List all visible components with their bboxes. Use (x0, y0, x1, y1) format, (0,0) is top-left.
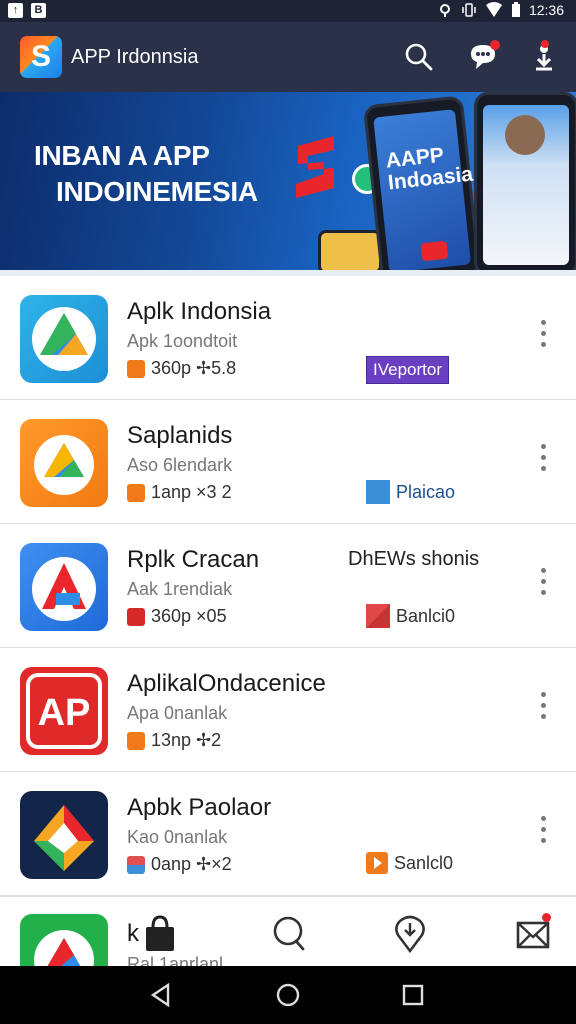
app-tag[interactable]: Banlci0 (366, 604, 455, 628)
wifi-icon (485, 2, 502, 17)
app-meta: 0anp ✢×2 (127, 854, 232, 875)
list-item[interactable]: AP AplikalOndacenice Apa 0nanlak 13np ✢2 (0, 648, 576, 772)
more-options-button[interactable] (536, 444, 550, 480)
vibrate-icon (462, 3, 476, 17)
user-download-button[interactable] (527, 40, 561, 74)
shopping-bag-icon (146, 915, 174, 951)
location-pin-icon (395, 915, 425, 954)
app-subtitle: Apk 1oondtoit (127, 331, 238, 351)
play-icon (366, 852, 388, 874)
app-icon (20, 791, 108, 879)
app-meta-text: 1anp ×3 2 (151, 482, 232, 502)
app-logo-icon (32, 557, 96, 621)
app-logo-icon (34, 435, 94, 495)
banner-title-line2: INDOINEMESIA (56, 176, 258, 207)
app-extra-text: DhEWs shonis (348, 548, 480, 570)
app-logo: S (20, 36, 62, 78)
tag-square-icon (366, 480, 390, 504)
chat-button[interactable] (466, 40, 500, 74)
meta-badge-icon (127, 483, 145, 502)
small-phone-graphic (318, 230, 382, 272)
search-icon (273, 916, 305, 951)
meta-badge-icon (127, 731, 145, 750)
app-title: Aplk Indonsia (127, 298, 272, 325)
nav-location-button[interactable] (388, 911, 432, 955)
list-item[interactable]: Saplanids Aso 6lendark 1anp ×3 2 Plaicao (0, 400, 576, 524)
phone-text: AAPP Indoasia (385, 142, 474, 195)
more-options-button[interactable] (536, 816, 550, 852)
notification-icon: ↑ (8, 3, 23, 18)
nav-mail-button[interactable] (512, 911, 556, 955)
location-icon (439, 4, 450, 17)
battery-icon (511, 2, 520, 17)
notification-dot (542, 913, 551, 922)
status-bar: ↑ B 12:36 (0, 0, 576, 22)
app-logo-icon (32, 307, 96, 371)
app-tag[interactable]: Sanlcl0 (366, 852, 453, 874)
phone-red-button-icon (420, 240, 449, 262)
promo-banner[interactable]: INBAN A APP INDOINEMESIA AAPP Indoasia (0, 92, 576, 272)
app-title: Apbk Paolaor (127, 794, 272, 821)
app-title: Saplanids (127, 422, 233, 449)
app-tag-text: Banlci0 (396, 605, 456, 626)
app-meta: 1anp ×3 2 (127, 482, 232, 503)
home-icon[interactable] (275, 982, 301, 1008)
app-tag-text: Sanlcl0 (394, 852, 454, 873)
app-tag-text: Plaicao (396, 481, 456, 502)
app-meta: 360p ✢5.8 (127, 358, 236, 379)
back-icon[interactable] (148, 982, 174, 1008)
more-options-button[interactable] (536, 568, 550, 604)
list-item[interactable]: Aplk Indonsia Apk 1oondtoit 360p ✢5.8 IV… (0, 276, 576, 400)
app-icon (20, 295, 108, 383)
list-item[interactable]: Rplk Cracan DhEWs shonis Aak 1rendiak 36… (0, 524, 576, 648)
app-tag[interactable]: Plaicao (366, 480, 455, 504)
brand-s-icon (296, 136, 334, 198)
app-logo-icon: AP (26, 673, 102, 749)
more-options-button[interactable] (536, 320, 550, 356)
app-subtitle: Kao 0nanlak (127, 827, 228, 847)
app-meta-text: 0anp ✢×2 (151, 854, 232, 874)
app-icon (20, 419, 108, 507)
status-time: 12:36 (528, 2, 564, 18)
app-subtitle: Apa 0nanlak (127, 703, 228, 723)
tag-square-icon (366, 604, 390, 628)
recents-icon[interactable] (400, 982, 426, 1008)
meta-badge-icon (127, 607, 145, 626)
app-meta-text: 360p ✢5.8 (151, 358, 237, 378)
banner-title-line1: INBAN A APP (34, 140, 210, 171)
app-bar: S APP Irdonnsia (0, 22, 576, 92)
phone-graphic-front: AAPP Indoasia (362, 95, 482, 272)
system-nav-bar (0, 966, 576, 1024)
phone-graphic-back (474, 92, 576, 272)
person-photo-icon (505, 115, 545, 155)
svg-text:AP: AP (38, 692, 91, 734)
search-icon[interactable] (402, 40, 436, 74)
app-title: AplikalOndacenice (127, 670, 326, 697)
app-subtitle: Aso 6lendark (127, 455, 233, 475)
app-subtitle: Aak 1rendiak (127, 579, 233, 599)
app-logo-letter: S (30, 40, 51, 73)
notification-dot (541, 40, 549, 48)
list-item[interactable]: Apbk Paolaor Kao 0nanlak 0anp ✢×2 Sanlcl… (0, 772, 576, 896)
meta-badge-icon (127, 359, 145, 378)
bottom-nav (0, 896, 576, 966)
meta-badge-icon (127, 855, 145, 874)
app-title: Rplk Cracan (127, 546, 260, 573)
nav-search-button[interactable] (266, 911, 310, 955)
b-icon: B (31, 3, 46, 18)
app-meta-text: 13np ✢2 (151, 730, 222, 750)
app-meta: 13np ✢2 (127, 730, 221, 751)
nav-shop-button[interactable] (138, 911, 182, 955)
more-options-button[interactable] (536, 692, 550, 728)
app-icon (20, 543, 108, 631)
notification-dot (490, 40, 500, 50)
app-icon: AP (20, 667, 108, 755)
app-meta: 360p ×05 (127, 606, 227, 627)
app-tag[interactable]: IVeportor (366, 356, 449, 384)
banner-title: INBAN A APP INDOINEMESIA (34, 138, 258, 210)
app-logo-icon (34, 805, 94, 871)
app-meta-text: 360p ×05 (151, 606, 227, 626)
app-title: APP Irdonnsia (71, 46, 199, 68)
